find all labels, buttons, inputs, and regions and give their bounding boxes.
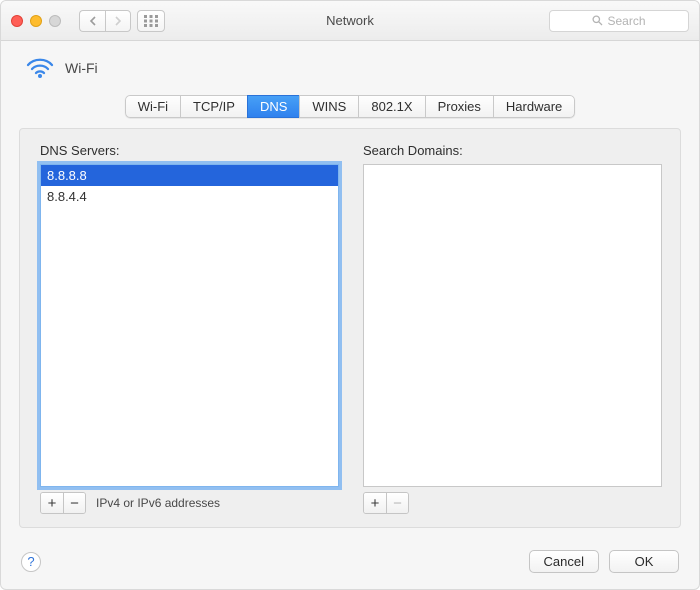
tab-bar: Wi-FiTCP/IPDNSWINS802.1XProxiesHardware	[1, 95, 699, 118]
help-button[interactable]: ?	[21, 552, 41, 572]
tab-hardware[interactable]: Hardware	[493, 95, 575, 118]
traffic-lights	[11, 15, 61, 27]
titlebar: Network Search	[1, 1, 699, 41]
tab-proxies[interactable]: Proxies	[425, 95, 493, 118]
dns-servers-list[interactable]: 8.8.8.88.8.4.4	[40, 164, 339, 487]
dns-add-remove: + −	[40, 492, 86, 514]
tab-dns[interactable]: DNS	[247, 95, 299, 118]
interface-name: Wi-Fi	[65, 60, 98, 76]
grid-icon	[144, 15, 158, 27]
dns-server-row[interactable]: 8.8.8.8	[41, 165, 338, 186]
maximize-window-icon	[49, 15, 61, 27]
cancel-button[interactable]: Cancel	[529, 550, 599, 573]
show-all-button[interactable]	[137, 10, 165, 32]
tab-tcpip[interactable]: TCP/IP	[180, 95, 247, 118]
search-domains-list[interactable]	[363, 164, 662, 487]
wifi-icon	[25, 55, 55, 81]
back-button[interactable]	[79, 10, 105, 32]
chevron-left-icon	[89, 16, 97, 26]
dns-server-row[interactable]: 8.8.4.4	[41, 186, 338, 207]
interface-header: Wi-Fi	[1, 41, 699, 91]
search-icon	[592, 15, 603, 26]
tab-8021x[interactable]: 802.1X	[358, 95, 424, 118]
dns-panel: DNS Servers: 8.8.8.88.8.4.4 + − IPv4 or …	[19, 128, 681, 528]
tab-wins[interactable]: WINS	[299, 95, 358, 118]
ok-button[interactable]: OK	[609, 550, 679, 573]
footer: ? Cancel OK	[1, 540, 699, 589]
search-domains-column: Search Domains: + −	[363, 143, 662, 515]
toolbar-nav	[79, 10, 165, 32]
network-prefs-window: Network Search Wi-Fi Wi-FiTCP/IPDNSWINS8…	[0, 0, 700, 590]
search-placeholder: Search	[607, 14, 645, 28]
minimize-window-icon[interactable]	[30, 15, 42, 27]
dns-servers-label: DNS Servers:	[40, 143, 339, 158]
close-window-icon[interactable]	[11, 15, 23, 27]
dns-hint: IPv4 or IPv6 addresses	[96, 496, 220, 510]
tab-wifi[interactable]: Wi-Fi	[125, 95, 180, 118]
search-domains-add-button[interactable]: +	[364, 493, 386, 513]
dns-add-button[interactable]: +	[41, 493, 63, 513]
dns-servers-column: DNS Servers: 8.8.8.88.8.4.4 + − IPv4 or …	[40, 143, 339, 515]
forward-button[interactable]	[105, 10, 131, 32]
search-input[interactable]: Search	[549, 10, 689, 32]
search-domains-add-remove: + −	[363, 492, 409, 514]
dns-remove-button[interactable]: −	[63, 493, 85, 513]
search-domains-remove-button: −	[386, 493, 408, 513]
chevron-right-icon	[114, 16, 122, 26]
search-domains-label: Search Domains:	[363, 143, 662, 158]
